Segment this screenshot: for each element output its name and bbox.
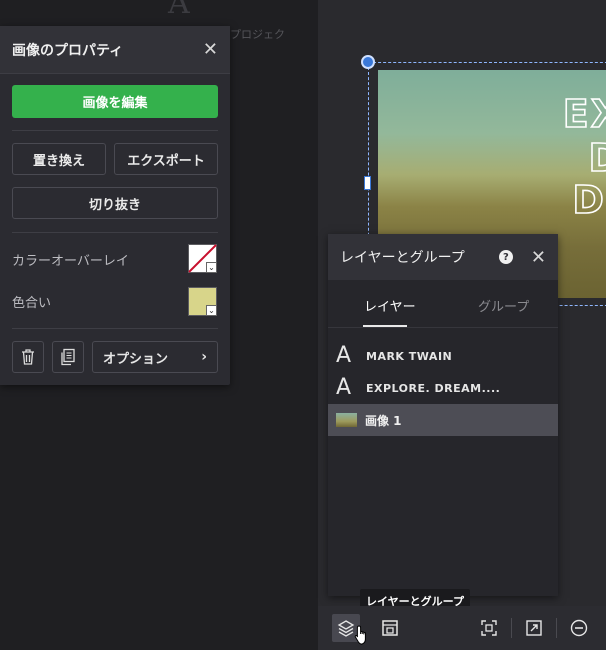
delete-button[interactable] [12, 341, 44, 373]
trash-icon [22, 349, 34, 365]
layer-name: 画像 1 [365, 413, 402, 428]
color-overlay-label: カラーオーバーレイ [12, 254, 129, 269]
tab-bar: レイヤー グループ [328, 280, 558, 328]
divider [12, 130, 218, 131]
color-overlay-swatch[interactable]: ⌄ [188, 244, 217, 273]
layer-name: EXPLORE. DREAM.... [366, 381, 501, 395]
divider [12, 328, 218, 329]
image-properties-panel: 画像のプロパティ ✕ 画像を編集 置き換え エクスポート 切り抜き カラーオーバ… [0, 26, 230, 385]
project-label: プロジェク [230, 28, 285, 41]
layers-icon [337, 620, 355, 637]
tint-swatch[interactable]: ⌄ [188, 287, 217, 316]
zoom-out-button[interactable] [565, 614, 593, 642]
hand-cursor-icon [354, 624, 372, 650]
options-button[interactable]: オプション › [92, 341, 218, 373]
zoom-out-icon [570, 619, 588, 637]
toolbar-separator [511, 618, 512, 638]
text-layer-icon: A [336, 375, 352, 400]
fit-screen-icon [481, 620, 497, 636]
help-icon[interactable]: ? [498, 250, 513, 264]
tint-label: 色合い [12, 296, 52, 311]
replace-button[interactable]: 置き換え [12, 143, 106, 175]
panel-title: 画像のプロパティ [12, 42, 124, 59]
panel-header: レイヤーとグループ ? ✕ [328, 234, 558, 280]
image-thumbnail [336, 413, 357, 427]
layer-item-selected[interactable]: 画像 1 [328, 404, 558, 436]
panel-title: レイヤーとグループ [340, 250, 465, 266]
chevron-down-icon: ⌄ [206, 305, 217, 316]
resize-handle-left[interactable] [364, 176, 371, 190]
text-layer-icon: A [336, 343, 352, 368]
layout-button[interactable] [376, 614, 404, 642]
chevron-right-icon: › [201, 349, 207, 365]
tab-groups[interactable]: グループ [478, 296, 529, 315]
rotate-handle[interactable] [361, 55, 375, 69]
layers-groups-panel: レイヤーとグループ ? ✕ レイヤー グループ A MARK TWAIN A E… [328, 234, 558, 596]
open-external-button[interactable] [520, 614, 548, 642]
tab-layers[interactable]: レイヤー [364, 296, 416, 315]
duplicate-button[interactable] [52, 341, 84, 373]
toolbar-separator [556, 618, 557, 638]
chevron-down-icon: ⌄ [206, 262, 217, 273]
active-tab-indicator [363, 325, 407, 327]
layer-name: MARK TWAIN [366, 349, 453, 363]
open-external-icon [526, 620, 542, 636]
fit-screen-button[interactable] [475, 614, 503, 642]
export-button[interactable]: エクスポート [114, 143, 218, 175]
close-icon[interactable]: ✕ [203, 39, 218, 60]
ghost-text-icon: A [168, 0, 190, 21]
layer-item[interactable]: A MARK TWAIN [328, 340, 558, 372]
panel-header: 画像のプロパティ ✕ [0, 26, 230, 74]
divider [12, 232, 218, 233]
crop-button[interactable]: 切り抜き [12, 187, 218, 219]
copy-icon [61, 348, 75, 366]
options-label: オプション [103, 351, 169, 367]
layout-icon [382, 620, 398, 636]
layer-item[interactable]: A EXPLORE. DREAM.... [328, 372, 558, 404]
edit-image-button[interactable]: 画像を編集 [12, 85, 218, 118]
close-icon[interactable]: ✕ [531, 247, 546, 268]
